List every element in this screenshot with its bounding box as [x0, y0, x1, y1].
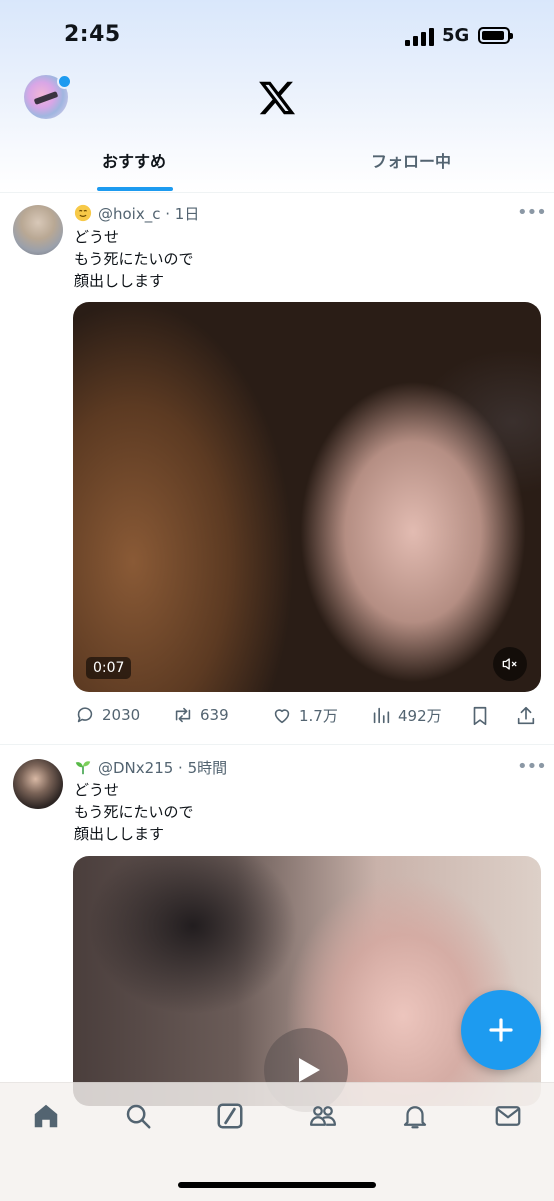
post-text: どうせ もう死にたいので 顔出しします	[74, 226, 194, 292]
battery-icon	[478, 27, 513, 44]
more-options-icon[interactable]: •••	[517, 756, 547, 777]
author-handle[interactable]: @DNx215	[98, 759, 173, 777]
repost-icon	[175, 707, 191, 723]
like-count: 1.7万	[299, 706, 338, 725]
mute-button[interactable]	[493, 647, 527, 681]
network-type: 5G	[442, 25, 470, 46]
cellular-signal-icon	[405, 28, 435, 46]
more-options-icon[interactable]: •••	[517, 202, 547, 223]
author-avatar[interactable]	[13, 205, 63, 255]
reply-count: 2030	[102, 706, 141, 724]
post-meta: @hoix_c · 1日	[74, 203, 199, 224]
post-text-line: どうせ	[74, 781, 120, 799]
post-time: 1日	[174, 205, 200, 223]
tab-recommended[interactable]: おすすめ	[102, 148, 166, 172]
separator-dot: ·	[173, 759, 188, 777]
emoji-badge-icon	[74, 204, 92, 222]
share-icon[interactable]	[515, 705, 537, 727]
repost-count: 639	[200, 706, 229, 724]
post-text-line: 顔出しします	[74, 825, 165, 843]
author-avatar[interactable]	[13, 759, 63, 809]
messages-icon[interactable]	[493, 1101, 523, 1131]
search-icon[interactable]	[123, 1101, 153, 1131]
notifications-icon[interactable]	[400, 1101, 430, 1131]
bookmark-icon[interactable]	[469, 705, 491, 727]
communities-icon[interactable]	[308, 1101, 338, 1131]
post-text-line: どうせ	[74, 228, 120, 246]
post-text-line: 顔出しします	[74, 272, 165, 290]
sprout-badge-icon	[75, 761, 91, 775]
divider	[0, 192, 554, 193]
reply-button[interactable]: 2030	[74, 704, 140, 726]
views-button[interactable]: 492万	[370, 704, 442, 726]
active-tab-indicator	[97, 187, 173, 191]
reply-icon	[77, 707, 93, 723]
post-text: どうせ もう死にたいので 顔出しします	[74, 779, 194, 845]
views-chart-icon	[373, 707, 390, 724]
home-icon[interactable]	[31, 1101, 61, 1131]
post-time: 5時間	[187, 759, 228, 777]
author-handle[interactable]: @hoix_c	[98, 205, 160, 223]
post-text-line: もう死にたいので	[74, 250, 194, 268]
video-duration: 0:07	[86, 657, 132, 679]
view-count: 492万	[398, 706, 442, 725]
heart-icon	[274, 709, 290, 724]
divider	[0, 744, 554, 745]
post-meta: @DNx215 · 5時間	[74, 757, 227, 778]
compose-post-button[interactable]	[461, 990, 541, 1070]
speaker-muted-icon	[502, 658, 517, 670]
plus-icon	[489, 1018, 513, 1042]
unread-dot	[57, 74, 72, 89]
home-indicator	[178, 1182, 376, 1188]
status-time: 2:45	[64, 22, 121, 47]
x-logo-icon[interactable]	[257, 78, 297, 118]
post-video[interactable]	[73, 302, 541, 692]
separator-dot: ·	[160, 205, 175, 223]
tab-following[interactable]: フォロー中	[371, 148, 451, 172]
grok-icon[interactable]	[215, 1101, 245, 1131]
repost-button[interactable]: 639	[172, 704, 229, 726]
like-button[interactable]: 1.7万	[271, 704, 338, 726]
post-text-line: もう死にたいので	[74, 803, 194, 821]
